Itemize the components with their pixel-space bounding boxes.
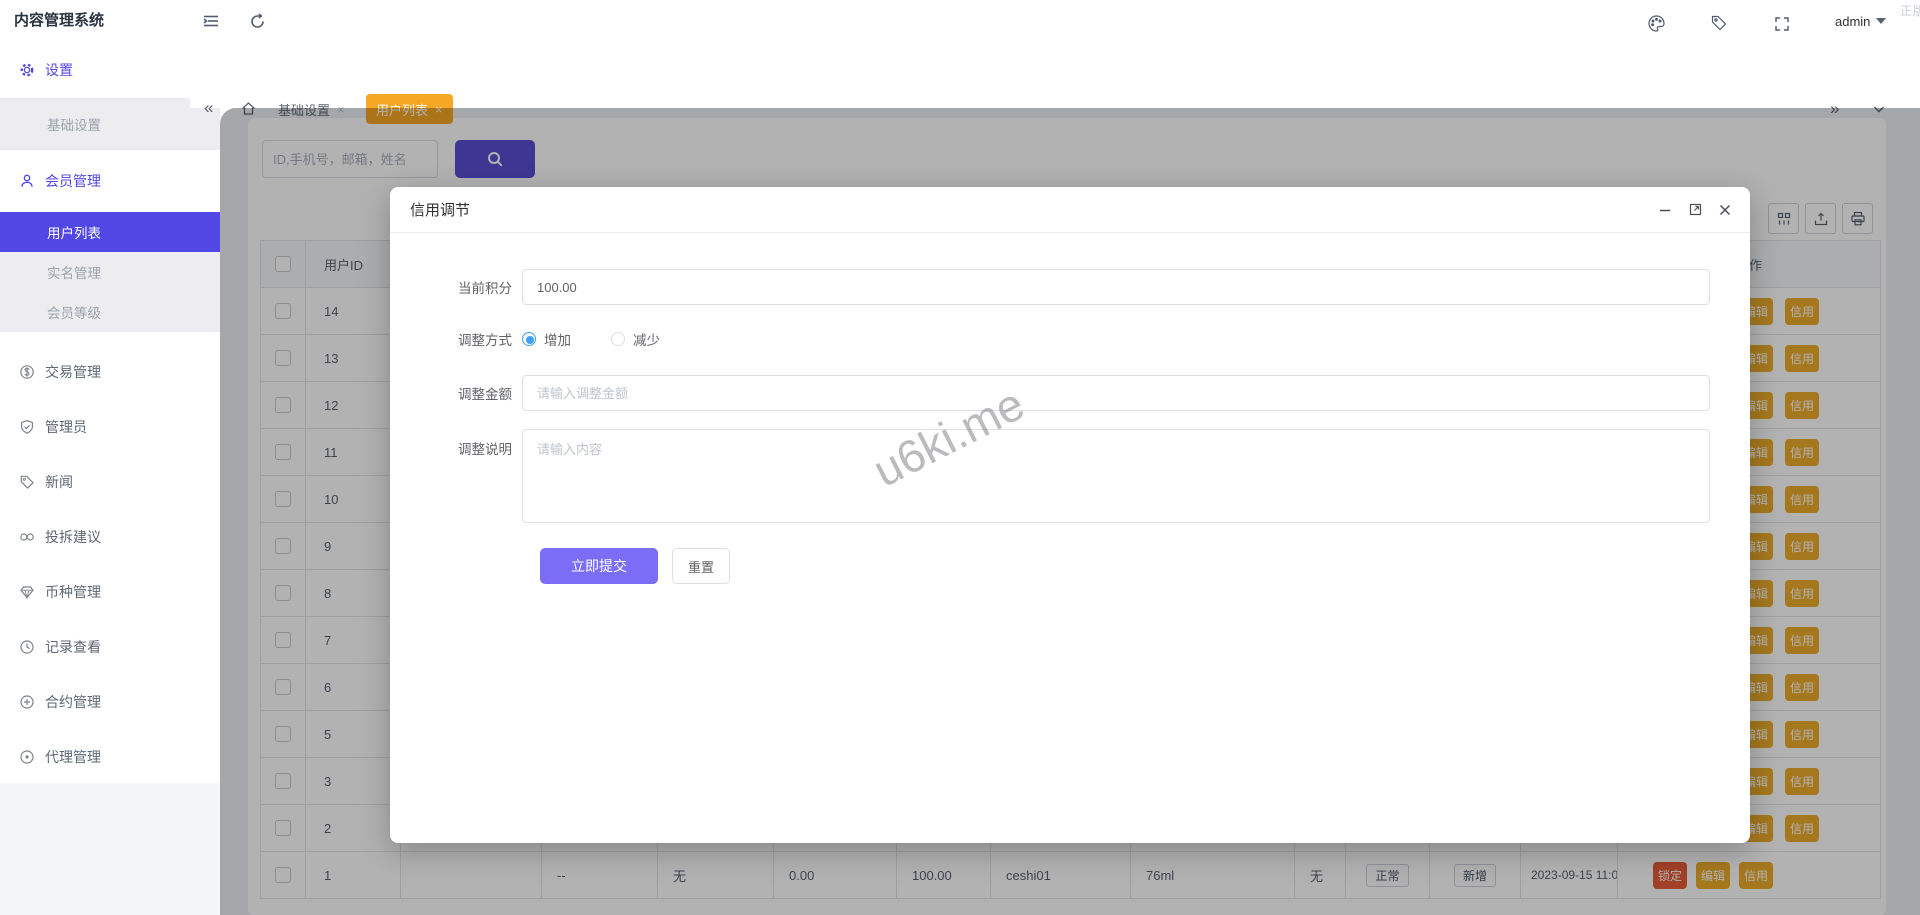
gear-icon [19, 62, 35, 78]
sidebar-item-label: 设置 [45, 60, 73, 80]
sidebar-item-会员管理[interactable]: 会员管理 [0, 150, 220, 212]
sidebar-item-合约管理[interactable]: 合约管理 [0, 674, 220, 729]
adjust-amount-label: 调整金额 [390, 383, 522, 403]
adjust-amount-input[interactable] [522, 375, 1710, 411]
sidebar-item-label: 合约管理 [45, 692, 101, 712]
user-icon [19, 173, 35, 189]
modal-body: 当前积分 调整方式 增加 减少 调整金额 [390, 269, 1750, 584]
sidebar-item-label: 币种管理 [45, 582, 101, 602]
sidebar-item-会员等级[interactable]: 会员等级 [0, 292, 220, 332]
gem-icon [19, 584, 35, 600]
sidebar-item-label: 交易管理 [45, 362, 101, 382]
corner-watermark: 正版 [1900, 2, 1920, 19]
reset-button[interactable]: 重置 [672, 548, 730, 584]
modal-title: 信用调节 [410, 199, 1644, 220]
sidebar-item-基础设置[interactable]: 基础设置 [0, 98, 220, 150]
credit-adjust-modal: 信用调节 当前积分 调整方式 增加 [390, 187, 1750, 843]
sidebar-item-新闻[interactable]: 新闻 [0, 454, 220, 509]
current-score-input[interactable] [522, 269, 1710, 305]
dollar-icon [19, 364, 35, 380]
shield-icon [19, 419, 35, 435]
sidebar-item-记录查看[interactable]: 记录查看 [0, 619, 220, 674]
sidebar-item-币种管理[interactable]: 币种管理 [0, 564, 220, 619]
caret-down-icon [1876, 18, 1886, 24]
minimize-icon[interactable] [1656, 201, 1674, 219]
fullscreen-icon[interactable] [1771, 13, 1793, 35]
radio-decrease-label: 减少 [633, 329, 660, 349]
clock-icon [19, 639, 35, 655]
sidebar-item-label: 投拆建议 [45, 527, 101, 547]
tag-icon [19, 474, 35, 490]
sidebar-item-设置[interactable]: 设置 [0, 42, 220, 98]
tab-bar: « 基础设置×用户列表× » [190, 42, 1920, 108]
sidebar-item-交易管理[interactable]: 交易管理 [0, 344, 220, 399]
sidebar-item-label: 代理管理 [45, 747, 101, 767]
adjust-note-label: 调整说明 [390, 429, 522, 458]
radio-selected-icon [522, 332, 536, 346]
radio-unselected-icon [611, 332, 625, 346]
sidebar-item-代理管理[interactable]: 代理管理 [0, 729, 220, 784]
radio-increase-label: 增加 [544, 329, 571, 349]
sidebar-item-label: 会员管理 [45, 171, 101, 191]
sidebar-item-label: 新闻 [45, 472, 73, 492]
app-window: 用户ID操作 14编辑信用13编辑信用12编辑信用11编辑信用10编辑信用9编辑… [0, 0, 1920, 915]
radio-increase[interactable]: 增加 [522, 329, 571, 349]
radio-decrease[interactable]: 减少 [611, 329, 660, 349]
menu-spacer [0, 332, 220, 344]
top-header: 内容管理系统 admin 正版 [0, 0, 1920, 42]
sidebar-item-label: 管理员 [45, 417, 87, 437]
current-score-label: 当前积分 [390, 277, 522, 297]
palette-icon[interactable] [1645, 12, 1667, 34]
link-icon [19, 529, 35, 545]
contract-icon [19, 694, 35, 710]
agent-icon [19, 749, 35, 765]
sidebar-item-管理员[interactable]: 管理员 [0, 399, 220, 454]
close-icon[interactable] [1716, 201, 1734, 219]
restore-icon[interactable] [1686, 201, 1704, 219]
sidebar-item-实名管理[interactable]: 实名管理 [0, 252, 220, 292]
adjust-method-label: 调整方式 [390, 329, 522, 349]
modal-header: 信用调节 [390, 187, 1750, 233]
user-menu[interactable]: admin [1835, 0, 1886, 42]
collapse-sidebar-icon[interactable] [200, 10, 222, 32]
sidebar-item-label: 记录查看 [45, 637, 101, 657]
sidebar-item-投拆建议[interactable]: 投拆建议 [0, 509, 220, 564]
page-background-strip [0, 783, 220, 915]
app-title: 内容管理系统 [14, 0, 104, 42]
user-name: admin [1835, 14, 1870, 29]
adjust-note-textarea[interactable] [522, 429, 1710, 523]
tag-icon[interactable] [1708, 12, 1730, 34]
sidebar: 设置基础设置会员管理用户列表实名管理会员等级交易管理管理员新闻投拆建议币种管理记… [0, 42, 220, 783]
submit-button[interactable]: 立即提交 [540, 548, 658, 584]
chevrons-left-icon[interactable]: « [204, 94, 213, 124]
refresh-icon[interactable] [246, 10, 268, 32]
adjust-method-group: 增加 减少 [522, 329, 1710, 349]
sidebar-item-用户列表[interactable]: 用户列表 [0, 212, 220, 252]
